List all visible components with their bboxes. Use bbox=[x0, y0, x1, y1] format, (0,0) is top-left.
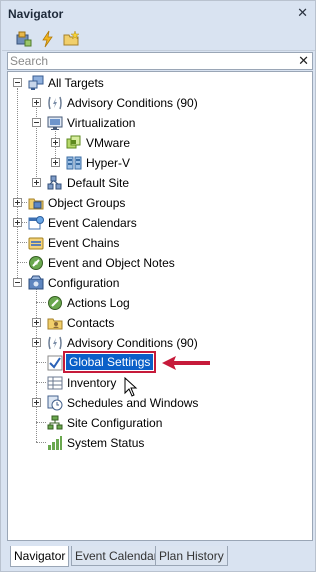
tree-label: System Status bbox=[67, 436, 145, 450]
contacts-icon bbox=[47, 315, 63, 331]
new-folder-icon[interactable] bbox=[63, 30, 81, 48]
tree-item-inventory[interactable]: Inventory bbox=[8, 373, 308, 393]
tree-item-virtualization[interactable]: Virtualization bbox=[8, 113, 308, 133]
expand-toggle[interactable] bbox=[32, 98, 41, 107]
expand-toggle[interactable] bbox=[13, 198, 22, 207]
collapse-toggle[interactable] bbox=[13, 278, 22, 287]
expand-toggle[interactable] bbox=[32, 338, 41, 347]
advisory-icon bbox=[47, 335, 63, 351]
expand-toggle[interactable] bbox=[51, 158, 60, 167]
close-icon[interactable]: ✕ bbox=[297, 5, 308, 21]
tree-label: Default Site bbox=[67, 176, 130, 190]
tree-item-event-calendars[interactable]: Event Calendars bbox=[8, 213, 308, 233]
collapse-toggle[interactable] bbox=[13, 78, 22, 87]
collapse-toggle[interactable] bbox=[32, 118, 41, 127]
panel-title: Navigator bbox=[8, 7, 64, 21]
tree-label: All Targets bbox=[48, 76, 104, 90]
tree-label: Configuration bbox=[48, 276, 120, 290]
vmware-icon bbox=[66, 135, 82, 151]
tree-label: Hyper-V bbox=[86, 156, 131, 170]
expand-toggle[interactable] bbox=[13, 218, 22, 227]
panel-titlebar: Navigator ✕ bbox=[2, 2, 315, 26]
clear-search-icon[interactable]: ✕ bbox=[298, 53, 309, 69]
tree-label: Advisory Conditions (90) bbox=[67, 96, 198, 110]
tree-label: Actions Log bbox=[67, 296, 130, 310]
notes-icon bbox=[28, 255, 44, 271]
navigator-panel: Navigator ✕ ✕ bbox=[0, 0, 316, 572]
tree-item-contacts[interactable]: Contacts bbox=[8, 313, 308, 333]
navigator-tree: All Targets Advisory Conditions (90) Vir… bbox=[7, 71, 313, 541]
site-icon bbox=[47, 175, 63, 191]
tree-item-default-site[interactable]: Default Site bbox=[8, 173, 308, 193]
tree-item-all-targets[interactable]: All Targets bbox=[8, 73, 308, 93]
expand-toggle[interactable] bbox=[32, 318, 41, 327]
tree-label: VMware bbox=[86, 136, 131, 150]
tree-label: Virtualization bbox=[67, 116, 136, 130]
tree-item-schedules[interactable]: Schedules and Windows bbox=[8, 393, 308, 413]
expand-toggle[interactable] bbox=[32, 398, 41, 407]
system-status-icon bbox=[47, 435, 63, 451]
tree-label-selected: Global Settings bbox=[62, 351, 157, 373]
inventory-icon bbox=[47, 375, 63, 391]
tree-item-site-configuration[interactable]: Site Configuration bbox=[8, 413, 308, 433]
search-input[interactable] bbox=[10, 54, 290, 68]
tree-label: Schedules and Windows bbox=[67, 396, 199, 410]
tree-label: Inventory bbox=[67, 376, 117, 390]
tree-item-system-status[interactable]: System Status bbox=[8, 433, 308, 453]
tree-label: Event Chains bbox=[48, 236, 120, 250]
tree-item-event-notes[interactable]: Event and Object Notes bbox=[8, 253, 308, 273]
tree-item-advisory-conditions[interactable]: Advisory Conditions (90) bbox=[8, 93, 308, 113]
checkbox-icon bbox=[47, 355, 63, 371]
arrow-annotation-icon bbox=[162, 356, 210, 370]
tree-item-configuration[interactable]: Configuration bbox=[8, 273, 308, 293]
lightning-icon[interactable] bbox=[39, 30, 57, 48]
tab-event-calendar[interactable]: Event Calendar bbox=[71, 546, 162, 566]
tree-item-actions-log[interactable]: Actions Log bbox=[8, 293, 308, 313]
advisory-icon bbox=[47, 95, 63, 111]
all-targets-icon bbox=[28, 75, 44, 91]
calendar-icon bbox=[28, 215, 44, 231]
object-groups-icon bbox=[28, 195, 44, 211]
hyperv-icon bbox=[66, 155, 82, 171]
tree-label: Advisory Conditions (90) bbox=[67, 336, 198, 350]
tree-item-event-chains[interactable]: Event Chains bbox=[8, 233, 308, 253]
expand-toggle[interactable] bbox=[51, 138, 60, 147]
schedule-icon bbox=[47, 395, 63, 411]
new-object-icon[interactable] bbox=[15, 30, 33, 48]
event-chains-icon bbox=[28, 235, 44, 251]
tree-item-hyperv[interactable]: Hyper-V bbox=[8, 153, 308, 173]
tree-label: Object Groups bbox=[48, 196, 126, 210]
search-box: ✕ bbox=[7, 52, 313, 70]
actions-log-icon bbox=[47, 295, 63, 311]
tree-item-global-settings[interactable]: Global Settings bbox=[8, 351, 308, 373]
tree-label: Site Configuration bbox=[67, 416, 163, 430]
bottom-tabs: Navigator Event Calendar Plan History bbox=[7, 546, 313, 568]
expand-toggle[interactable] bbox=[32, 178, 41, 187]
toolbar bbox=[2, 27, 315, 51]
tree-item-object-groups[interactable]: Object Groups bbox=[8, 193, 308, 213]
tree-label: Event and Object Notes bbox=[48, 256, 175, 270]
tab-plan-history[interactable]: Plan History bbox=[155, 546, 228, 566]
monitor-icon bbox=[47, 115, 63, 131]
tab-navigator[interactable]: Navigator bbox=[10, 546, 70, 567]
site-configuration-icon bbox=[47, 415, 63, 431]
tree-label: Contacts bbox=[67, 316, 115, 330]
tree-item-config-advisory-conditions[interactable]: Advisory Conditions (90) bbox=[8, 333, 308, 353]
configuration-icon bbox=[28, 275, 44, 291]
tree-item-vmware[interactable]: VMware bbox=[8, 133, 308, 153]
tree-label: Event Calendars bbox=[48, 216, 137, 230]
